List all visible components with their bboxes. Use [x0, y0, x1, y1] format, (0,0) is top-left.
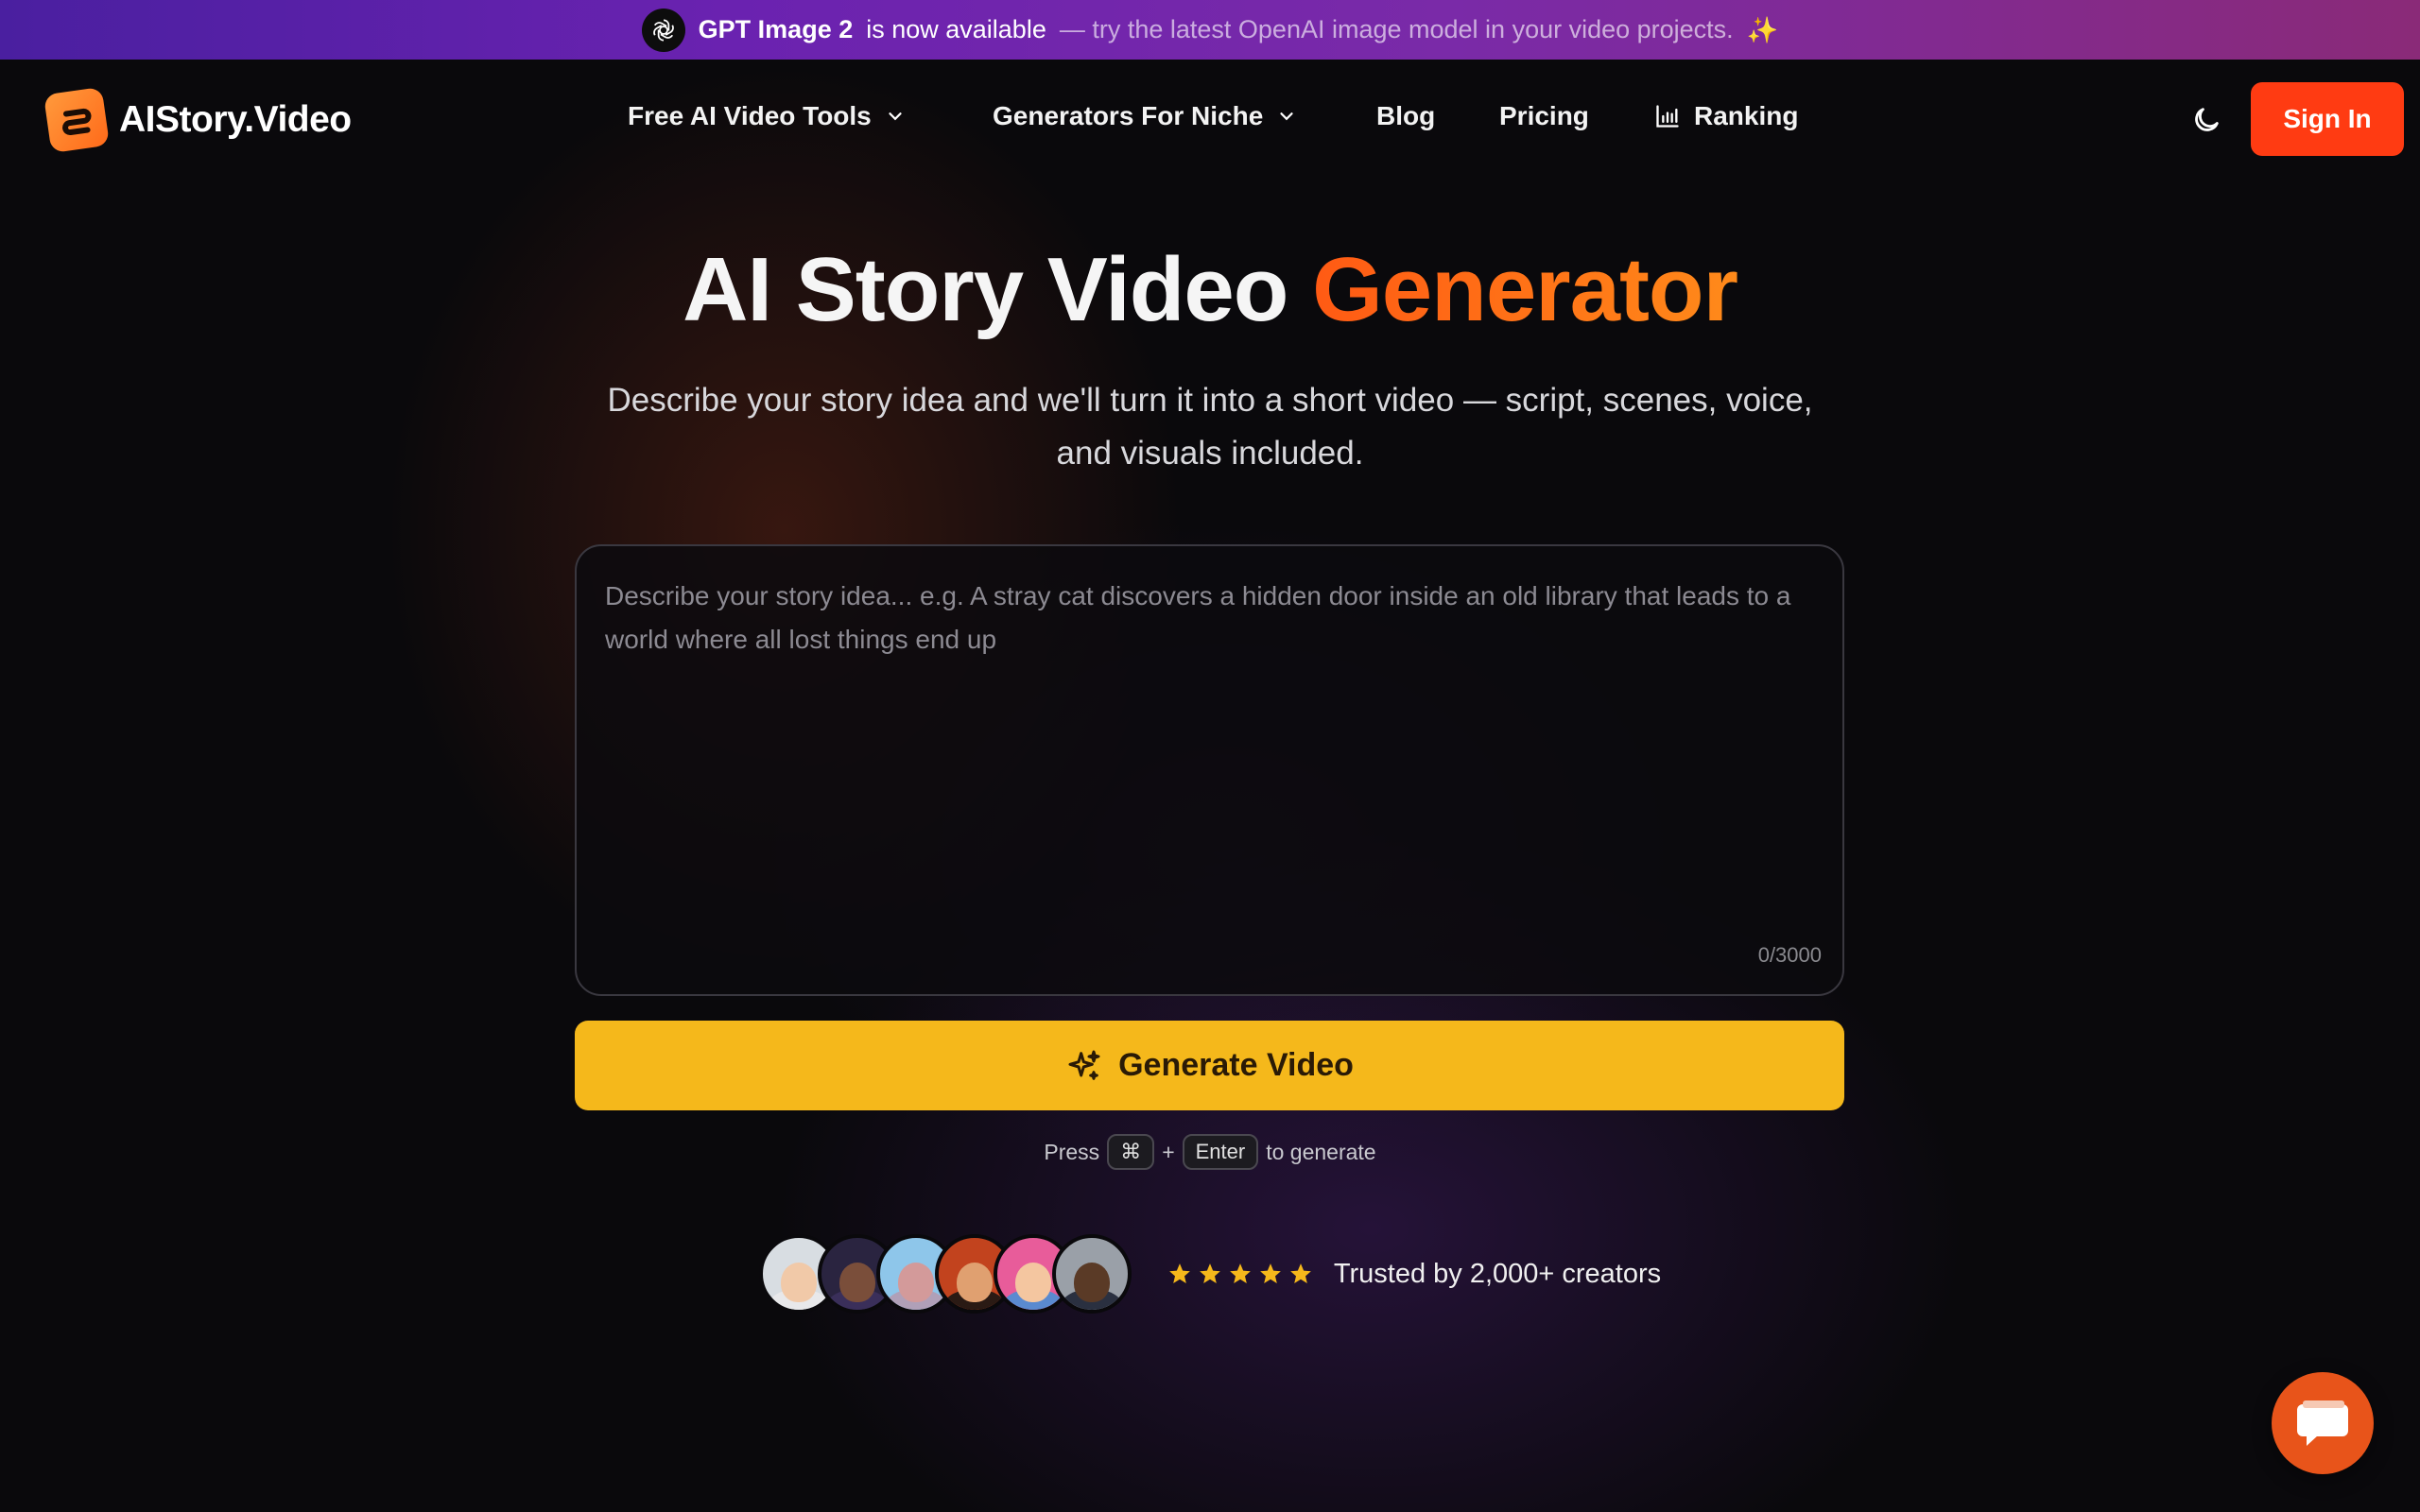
- announcement-detail: — try the latest OpenAI image model in y…: [1059, 15, 1734, 43]
- shortcut-prefix: Press: [1044, 1139, 1100, 1164]
- sign-in-button[interactable]: Sign In: [2251, 82, 2404, 156]
- nav-label: Pricing: [1499, 101, 1589, 130]
- sparkle-emoji: ✨: [1746, 15, 1779, 44]
- shortcut-suffix: to generate: [1266, 1139, 1376, 1164]
- chevron-down-icon: [889, 112, 902, 121]
- nav-label: Blog: [1376, 101, 1436, 130]
- nav-free-ai-video-tools[interactable]: Free AI Video Tools: [628, 101, 906, 131]
- hero-subtitle: Describe your story idea and we'll turn …: [548, 374, 1872, 480]
- star-icon: [1230, 1263, 1251, 1283]
- nav-blog[interactable]: Blog: [1376, 101, 1435, 131]
- announcement-text: is now available: [866, 15, 1046, 43]
- command-key: ⌘: [1107, 1134, 1155, 1170]
- title-main: AI Story Video: [683, 239, 1288, 340]
- creator-avatars: [758, 1234, 1132, 1314]
- nav-label: Ranking: [1694, 101, 1799, 130]
- generate-label: Generate Video: [1118, 1047, 1354, 1083]
- story-input-container: 0/3000: [575, 544, 1844, 996]
- trust-text: Trusted by 2,000+ creators: [1333, 1258, 1662, 1289]
- sparkles-icon: [1068, 1050, 1100, 1080]
- star-icon: [1260, 1263, 1281, 1283]
- logo-icon: [43, 86, 111, 154]
- star-icon: [1169, 1263, 1190, 1283]
- bar-chart-icon: [1656, 105, 1679, 128]
- chevron-down-icon: [1280, 112, 1293, 121]
- title-accent: Generator: [1312, 239, 1738, 340]
- enter-key: Enter: [1182, 1134, 1259, 1170]
- character-count: 0/3000: [1757, 943, 1822, 967]
- theme-toggle-button[interactable]: [2187, 101, 2225, 139]
- star-icon: [1200, 1263, 1220, 1283]
- keyboard-shortcut-hint: Press ⌘ + Enter to generate: [0, 1134, 2420, 1170]
- chat-bubble-icon: [2297, 1400, 2348, 1446]
- page-title: AI Story Video Generator: [0, 238, 2420, 342]
- nav-label: Free AI Video Tools: [628, 101, 872, 130]
- announcement-bar[interactable]: GPT Image 2 is now available — try the l…: [0, 0, 2420, 60]
- rating-stars: [1167, 1262, 1313, 1286]
- nav-ranking[interactable]: Ranking: [1654, 101, 1798, 131]
- avatar: [1051, 1234, 1132, 1314]
- star-icon: [1290, 1263, 1311, 1283]
- moon-icon: [2195, 108, 2219, 131]
- generate-video-button[interactable]: Generate Video: [575, 1021, 1844, 1110]
- chat-support-button[interactable]: [2272, 1372, 2374, 1474]
- story-idea-textarea[interactable]: [605, 575, 1815, 934]
- nav-generators-for-niche[interactable]: Generators For Niche: [993, 101, 1297, 131]
- nav-pricing[interactable]: Pricing: [1499, 101, 1589, 131]
- logo-link[interactable]: AIStory.Video: [43, 86, 352, 154]
- openai-icon: [641, 8, 685, 52]
- social-proof: Trusted by 2,000+ creators: [0, 1234, 2420, 1314]
- subtitle-line-2: and visuals included.: [1056, 435, 1364, 472]
- subtitle-line-1: Describe your story idea and we'll turn …: [607, 382, 1813, 419]
- site-header: AIStory.Video Free AI Video Tools Genera…: [0, 60, 2420, 179]
- announcement-highlight: GPT Image 2: [698, 15, 854, 43]
- shortcut-plus: +: [1162, 1139, 1175, 1164]
- logo-text: AIStory.Video: [119, 99, 352, 140]
- nav-label: Generators For Niche: [993, 101, 1264, 130]
